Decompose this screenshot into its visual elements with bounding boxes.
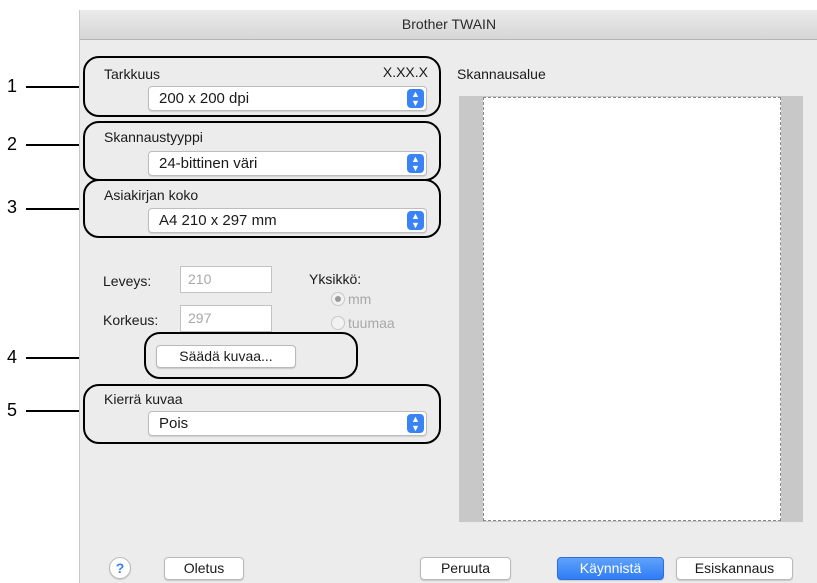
callout-5: 5 bbox=[7, 400, 18, 420]
window-title: Brother TWAIN bbox=[80, 10, 817, 40]
start-button[interactable]: Käynnistä bbox=[557, 557, 664, 580]
help-button[interactable]: ? bbox=[109, 557, 131, 579]
rotate-value: Pois bbox=[159, 415, 189, 432]
width-field[interactable]: 210 bbox=[180, 266, 272, 293]
unit-radio-mm[interactable] bbox=[331, 292, 345, 306]
callout-line-5 bbox=[26, 410, 82, 412]
height-label: Korkeus: bbox=[103, 312, 159, 328]
version-label: X.XX.X bbox=[382, 64, 428, 80]
default-button[interactable]: Oletus bbox=[164, 557, 244, 580]
scan-type-select[interactable]: 24-bittinen väri ▲ ▼ bbox=[148, 151, 427, 176]
height-field[interactable]: 297 bbox=[180, 305, 272, 332]
adjust-group: Säädä kuvaa... bbox=[144, 332, 358, 379]
scan-area-page[interactable] bbox=[483, 97, 781, 521]
unit-label: Yksikkö: bbox=[309, 271, 362, 287]
document-size-value: A4 210 x 297 mm bbox=[159, 212, 277, 229]
chevron-updown-icon: ▲ ▼ bbox=[407, 89, 424, 108]
chevron-updown-icon: ▲ ▼ bbox=[407, 414, 424, 433]
callout-2: 2 bbox=[7, 134, 18, 154]
document-size-group: Asiakirjan koko A4 210 x 297 mm ▲ ▼ bbox=[83, 179, 441, 238]
adjust-image-button[interactable]: Säädä kuvaa... bbox=[156, 345, 296, 368]
scan-type-label: Skannaustyyppi bbox=[104, 129, 203, 145]
resolution-value: 200 x 200 dpi bbox=[159, 90, 250, 107]
unit-inch-label: tuumaa bbox=[348, 315, 395, 331]
rotate-group: Kierrä kuvaa Pois ▲ ▼ bbox=[83, 384, 441, 444]
chevron-updown-icon: ▲ ▼ bbox=[407, 211, 424, 230]
document-size-label: Asiakirjan koko bbox=[104, 187, 199, 203]
resolution-select[interactable]: 200 x 200 dpi ▲ ▼ bbox=[148, 86, 427, 111]
chevron-updown-icon: ▲ ▼ bbox=[407, 154, 424, 173]
scan-type-group: Skannaustyyppi 24-bittinen väri ▲ ▼ bbox=[83, 121, 441, 181]
scan-type-value: 24-bittinen väri bbox=[159, 155, 258, 172]
callout-line-2 bbox=[26, 144, 82, 146]
callout-4: 4 bbox=[7, 347, 18, 367]
cancel-button[interactable]: Peruuta bbox=[420, 557, 511, 580]
rotate-select[interactable]: Pois ▲ ▼ bbox=[148, 411, 427, 436]
scan-area-label: Skannausalue bbox=[457, 66, 546, 82]
prescan-button[interactable]: Esiskannaus bbox=[676, 557, 793, 580]
twain-dialog: Brother TWAIN Tarkkuus X.XX.X 200 x 200 … bbox=[79, 10, 817, 583]
unit-mm-label: mm bbox=[348, 291, 372, 307]
radio-selected-dot bbox=[335, 296, 341, 302]
width-label: Leveys: bbox=[103, 273, 152, 289]
callout-line-1 bbox=[26, 86, 82, 88]
document-size-select[interactable]: A4 210 x 297 mm ▲ ▼ bbox=[148, 208, 427, 233]
callout-line-3 bbox=[26, 208, 82, 210]
unit-radio-inch[interactable] bbox=[331, 316, 345, 330]
resolution-label: Tarkkuus bbox=[104, 66, 161, 82]
resolution-group: Tarkkuus X.XX.X 200 x 200 dpi ▲ ▼ bbox=[83, 56, 441, 117]
callout-3: 3 bbox=[7, 197, 18, 217]
callout-1: 1 bbox=[7, 76, 18, 96]
rotate-label: Kierrä kuvaa bbox=[104, 391, 183, 407]
